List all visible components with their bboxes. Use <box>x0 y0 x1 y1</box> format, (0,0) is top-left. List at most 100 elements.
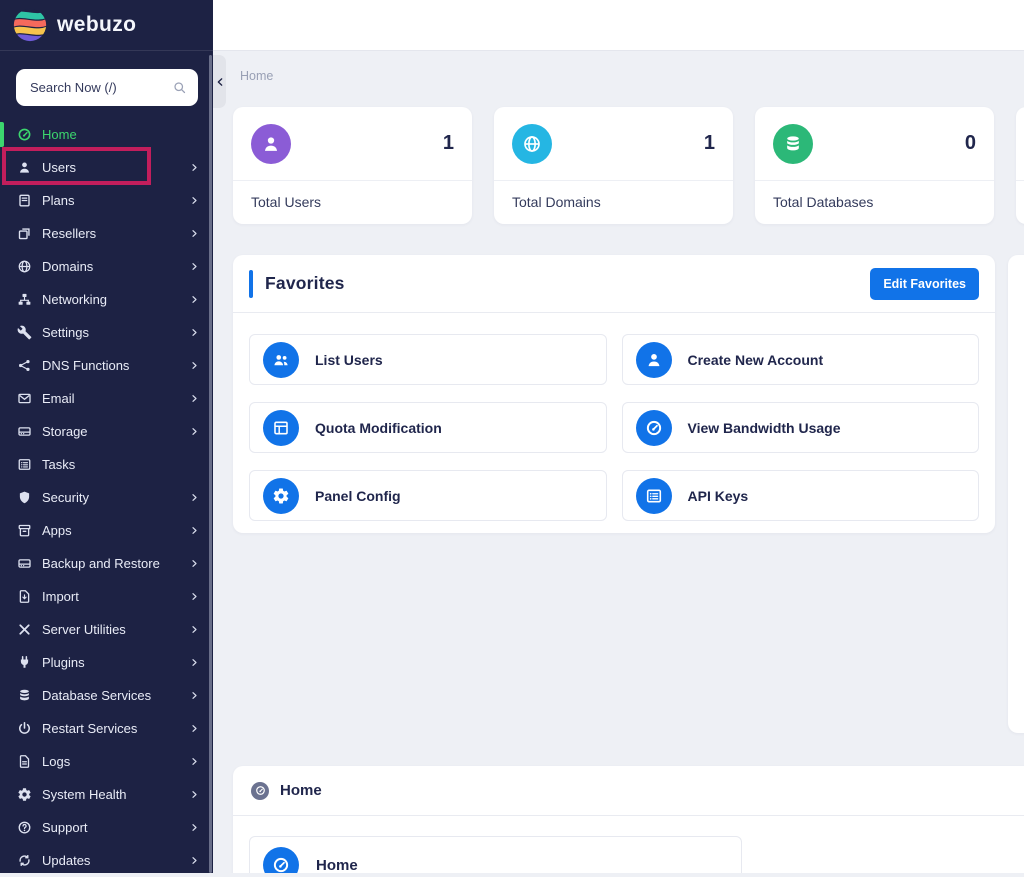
favorite-item-view-bandwidth-usage[interactable]: View Bandwidth Usage <box>622 402 980 453</box>
sidebar-item-label: Server Utilities <box>42 622 180 637</box>
sidebar-item-label: Backup and Restore <box>42 556 180 571</box>
sidebar-item-plans[interactable]: Plans <box>0 184 213 217</box>
sidebar-item-label: Email <box>42 391 180 406</box>
sidebar-item-users[interactable]: Users <box>0 151 213 184</box>
sidebar-item-networking[interactable]: Networking <box>0 283 213 316</box>
search-input[interactable] <box>16 69 198 106</box>
archive-icon <box>17 523 32 538</box>
sidebar-item-database-services[interactable]: Database Services <box>0 679 213 712</box>
sidebar-search <box>16 69 198 106</box>
file-icon <box>17 754 32 769</box>
favorites-grid: List Users Create New Account Quota Modifi… <box>233 313 995 542</box>
sidebar-item-dns-functions[interactable]: DNS Functions <box>0 349 213 382</box>
app-logo[interactable]: webuzo <box>0 0 213 51</box>
sidebar-item-label: Apps <box>42 523 180 538</box>
hdd-icon <box>17 424 32 439</box>
globe-icon <box>17 259 32 274</box>
stat-card-top: 0 <box>755 107 994 181</box>
chevron-right-icon <box>190 625 199 634</box>
sidebar-item-resellers[interactable]: Resellers <box>0 217 213 250</box>
sidebar-item-home[interactable]: Home <box>0 118 213 151</box>
favorites-panel: Favorites Edit Favorites List UsersCreat… <box>233 255 995 533</box>
home-shortcut-home[interactable]: Home <box>249 836 742 873</box>
stat-icon-circle <box>512 124 552 164</box>
sidebar-item-apps[interactable]: Apps <box>0 514 213 547</box>
chevron-right-icon <box>190 757 199 766</box>
sitemap-icon <box>17 292 32 307</box>
chevron-right-icon <box>190 394 199 403</box>
favorite-item-label: List Users <box>315 352 383 368</box>
chevron-right-icon <box>190 196 199 205</box>
copy-icon <box>17 226 32 241</box>
breadcrumb[interactable]: Home <box>240 69 273 83</box>
stat-label: Total Databases <box>755 181 994 224</box>
list-icon <box>17 457 32 472</box>
sidebar-item-label: Security <box>42 490 180 505</box>
stat-value: 1 <box>704 132 715 155</box>
chevron-right-icon <box>190 790 199 799</box>
sidebar-item-logs[interactable]: Logs <box>0 745 213 778</box>
share-icon <box>17 358 32 373</box>
wrench-icon <box>17 325 32 340</box>
tachometer-icon <box>645 419 663 437</box>
favorite-item-api-keys[interactable]: API Keys <box>622 470 980 521</box>
sidebar-item-updates[interactable]: Updates <box>0 844 213 877</box>
favorite-item-label: Panel Config <box>315 488 401 504</box>
chevron-right-icon <box>190 823 199 832</box>
sidebar-item-email[interactable]: Email <box>0 382 213 415</box>
sidebar-item-label: Home <box>42 127 199 142</box>
right-panel-partial <box>1008 255 1024 733</box>
sidebar-item-system-health[interactable]: System Health <box>0 778 213 811</box>
sidebar-item-server-utilities[interactable]: Server Utilities <box>0 613 213 646</box>
home-section-panel: Home Home <box>233 766 1024 873</box>
table-icon <box>272 419 290 437</box>
edit-favorites-button[interactable]: Edit Favorites <box>870 268 979 300</box>
home-shortcut-icon-circle <box>263 847 299 873</box>
sidebar-item-label: Settings <box>42 325 180 340</box>
sidebar-item-label: Restart Services <box>42 721 180 736</box>
user-icon <box>645 351 663 369</box>
sidebar-item-label: System Health <box>42 787 180 802</box>
favorite-item-list-users[interactable]: List Users <box>249 334 607 385</box>
stat-icon-circle <box>251 124 291 164</box>
sidebar-item-label: Plugins <box>42 655 180 670</box>
chevron-right-icon <box>190 493 199 502</box>
sync-icon <box>17 853 32 868</box>
sidebar-item-label: Updates <box>42 853 180 868</box>
stat-card-total-domains: 1Total Domains <box>494 107 733 224</box>
chevron-right-icon <box>190 361 199 370</box>
chevron-right-icon <box>190 163 199 172</box>
sidebar-item-storage[interactable]: Storage <box>0 415 213 448</box>
sidebar-item-restart-services[interactable]: Restart Services <box>0 712 213 745</box>
sidebar-item-security[interactable]: Security <box>0 481 213 514</box>
favorite-item-create-new-account[interactable]: Create New Account <box>622 334 980 385</box>
sidebar-item-domains[interactable]: Domains <box>0 250 213 283</box>
sidebar-collapse-toggle[interactable] <box>213 55 226 108</box>
sidebar-item-label: Storage <box>42 424 180 439</box>
favorite-item-panel-config[interactable]: Panel Config <box>249 470 607 521</box>
power-icon <box>17 721 32 736</box>
sidebar-scrollbar[interactable] <box>209 55 212 873</box>
list-icon <box>645 487 663 505</box>
sidebar-item-tasks[interactable]: Tasks <box>0 448 213 481</box>
sidebar-item-label: Import <box>42 589 180 604</box>
sidebar-item-plugins[interactable]: Plugins <box>0 646 213 679</box>
sidebar-item-settings[interactable]: Settings <box>0 316 213 349</box>
sidebar-item-import[interactable]: Import <box>0 580 213 613</box>
stat-card-top: 1 <box>233 107 472 181</box>
chevron-right-icon <box>190 229 199 238</box>
favorite-item-quota-modification[interactable]: Quota Modification <box>249 402 607 453</box>
favorite-item-label: View Bandwidth Usage <box>688 420 841 436</box>
database-icon <box>783 134 803 154</box>
sidebar-item-support[interactable]: Support <box>0 811 213 844</box>
sidebar-item-label: Tasks <box>42 457 199 472</box>
chevron-right-icon <box>190 559 199 568</box>
sidebar-item-backup-and-restore[interactable]: Backup and Restore <box>0 547 213 580</box>
envelope-icon <box>17 391 32 406</box>
tachometer-icon <box>251 782 269 800</box>
favorite-icon-circle <box>636 342 672 378</box>
sidebar-item-label: Database Services <box>42 688 180 703</box>
question-icon <box>17 820 32 835</box>
tachometer-icon <box>272 856 290 873</box>
chevron-right-icon <box>190 427 199 436</box>
